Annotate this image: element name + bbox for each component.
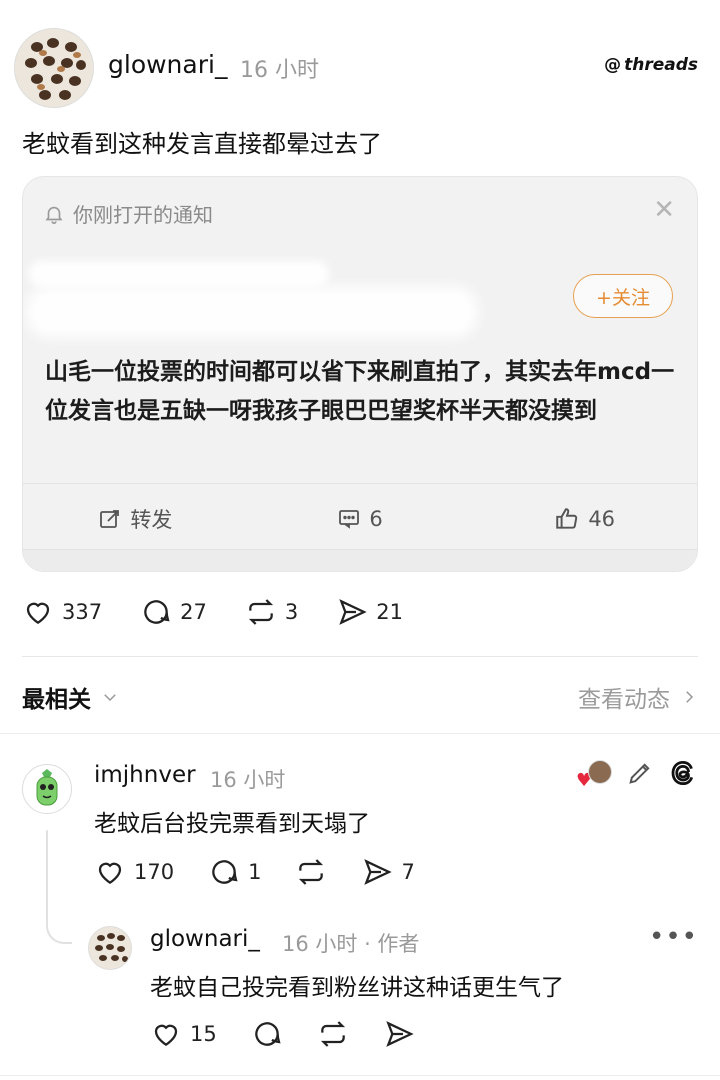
speech-bubble-icon <box>140 596 172 628</box>
author-reply-like-count: 15 <box>190 1022 217 1046</box>
embedded-repost-label: 转发 <box>130 508 173 532</box>
repost-icon <box>317 1018 349 1050</box>
embedded-image-card[interactable]: 你刚打开的通知 ✕ +关注 山毛一位投票的时间都可以省下来刷直拍了，其实去年mc… <box>22 176 698 572</box>
reply-comment-count: 1 <box>248 860 262 884</box>
reply-share-button[interactable]: 7 <box>361 856 415 888</box>
share-count: 21 <box>376 600 403 624</box>
send-icon <box>336 596 368 628</box>
sort-label: 最相关 <box>22 687 91 713</box>
author-reply-avatar[interactable] <box>88 926 132 970</box>
view-activity-label: 查看动态 <box>578 687 670 713</box>
notification-header-label: 你刚打开的通知 <box>73 203 213 227</box>
speech-bubble-icon <box>251 1018 283 1050</box>
repost-count: 3 <box>284 600 299 624</box>
post-timestamp: 16 小时 <box>240 58 319 83</box>
like-count: 337 <box>62 600 103 624</box>
chevron-right-icon <box>680 688 698 706</box>
author-reply-actions: 15 <box>150 1018 415 1050</box>
more-options-icon[interactable]: ••• <box>649 922 698 952</box>
speech-bubble-icon <box>208 856 240 888</box>
threads-icon: @ <box>604 55 622 75</box>
reply-timestamp: 16 小时 <box>210 768 286 792</box>
threads-logo: @ threads <box>604 55 698 75</box>
close-icon[interactable]: ✕ <box>653 195 675 225</box>
comment-count: 27 <box>180 600 207 624</box>
reply-header-icons: ♥ <box>576 758 698 791</box>
repost-icon <box>245 596 277 628</box>
reply-share-count: 7 <box>401 860 415 884</box>
divider <box>0 1075 720 1076</box>
reply-actions: 170 1 7 <box>94 856 415 888</box>
embedded-repost-button[interactable]: 转发 <box>23 499 248 539</box>
repost-icon <box>295 856 327 888</box>
threads-brand-label: threads <box>624 55 698 75</box>
thread-connector <box>46 908 72 944</box>
send-icon <box>361 856 393 888</box>
redacted-username <box>29 261 329 287</box>
pencil-icon[interactable] <box>626 759 654 787</box>
chevron-down-icon <box>101 688 119 706</box>
embedded-actions: 转发 6 46 <box>23 499 697 539</box>
author-reply-share-button[interactable] <box>383 1018 415 1050</box>
reply-comment-button[interactable]: 1 <box>208 856 261 888</box>
author-reply-username[interactable]: glownari_ <box>150 926 260 952</box>
thumbs-up-icon <box>554 506 580 532</box>
repost-button[interactable]: 3 <box>245 596 298 628</box>
post-actions: 337 27 3 21 <box>22 596 403 628</box>
view-activity-link[interactable]: 查看动态 <box>578 680 698 714</box>
reply-like-count: 170 <box>134 860 175 884</box>
notification-header: 你刚打开的通知 <box>43 199 213 228</box>
embedded-comment-button[interactable]: 6 <box>248 499 473 539</box>
heart-icon <box>150 1018 182 1050</box>
send-icon <box>383 1018 415 1050</box>
reply-text: 老蚊后台投完票看到天塌了 <box>94 811 370 837</box>
divider <box>0 733 720 734</box>
embedded-post-text: 山毛一位投票的时间都可以省下来刷直拍了，其实去年mcd一位发言也是五缺一呀我孩子… <box>45 359 675 424</box>
author-reply-like-button[interactable]: 15 <box>150 1018 217 1050</box>
reply-like-button[interactable]: 170 <box>94 856 174 888</box>
post-text: 老蚊看到这种发言直接都晕过去了 <box>22 130 382 158</box>
embedded-like-count: 46 <box>588 507 616 531</box>
edit-share-icon <box>98 507 122 531</box>
reply-username[interactable]: imjhnver <box>94 762 196 788</box>
author-reply-comment-button[interactable] <box>251 1018 283 1050</box>
reply-avatar[interactable] <box>22 764 72 814</box>
follow-button[interactable]: +关注 <box>573 274 673 318</box>
post-author-avatar[interactable] <box>14 28 94 108</box>
redacted-meta <box>27 287 477 337</box>
mini-avatar <box>588 760 612 784</box>
author-reply-text: 老蚊自己投完看到粉丝讲这种话更生气了 <box>150 975 564 1001</box>
post-author-username[interactable]: glownari_ <box>108 50 227 79</box>
bell-icon <box>43 203 65 225</box>
heart-icon <box>22 596 54 628</box>
author-reply-repost-button[interactable] <box>317 1018 349 1050</box>
threads-icon[interactable] <box>668 758 698 788</box>
comment-button[interactable]: 27 <box>140 596 207 628</box>
author-reply-timestamp: 16 小时 · 作者 <box>282 932 420 956</box>
comment-icon <box>337 507 361 531</box>
card-divider <box>23 483 697 484</box>
reply-repost-button[interactable] <box>295 856 327 888</box>
sort-dropdown[interactable]: 最相关 <box>22 680 119 714</box>
like-button[interactable]: 337 <box>22 596 102 628</box>
embedded-like-button[interactable]: 46 <box>472 499 697 539</box>
card-bottom-strip <box>23 549 697 571</box>
embedded-comment-count: 6 <box>369 507 383 531</box>
divider <box>22 656 698 657</box>
heart-icon <box>94 856 126 888</box>
liked-by-author-avatar[interactable]: ♥ <box>576 758 612 791</box>
share-button[interactable]: 21 <box>336 596 403 628</box>
